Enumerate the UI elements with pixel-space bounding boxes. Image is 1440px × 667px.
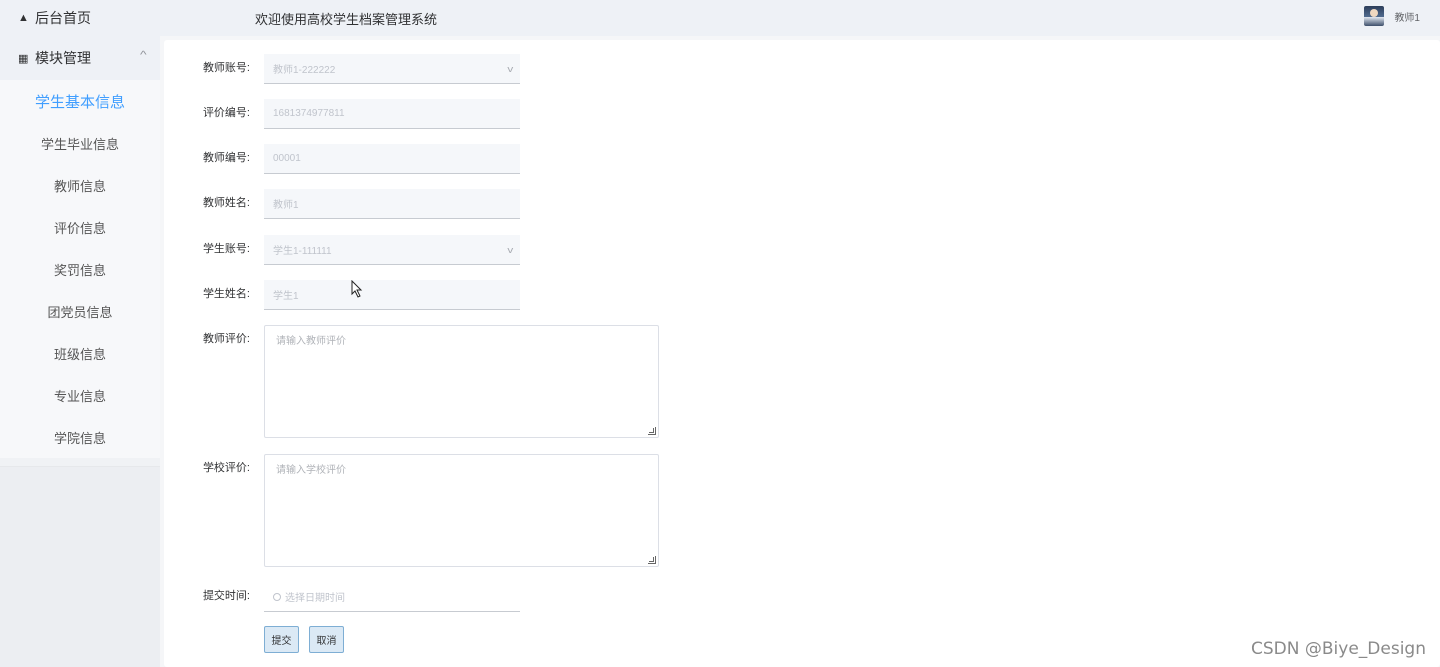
sidebar-item-label: 班级信息 xyxy=(53,346,106,362)
student-name-input[interactable]: 学生1 xyxy=(264,280,520,310)
teacher-account-label: 教师账号: xyxy=(202,62,250,74)
eval-no-value: 1681374977811 xyxy=(273,108,345,119)
page-title: 欢迎使用高校学生档案管理系统 xyxy=(255,11,438,27)
sidebar-item-major[interactable]: 专业信息 xyxy=(0,374,160,416)
avatar[interactable] xyxy=(1364,6,1385,26)
student-account-select[interactable]: 学生1-111111 v xyxy=(264,235,520,265)
sidebar-item-label: 学生毕业信息 xyxy=(40,136,119,152)
cancel-button[interactable]: 取消 xyxy=(309,626,344,653)
form-row-student-account: 学生账号: 学生1-111111 v xyxy=(164,235,520,265)
sidebar-home-label: 后台首页 xyxy=(35,10,91,26)
resize-handle-icon[interactable] xyxy=(648,427,656,435)
chevron-down-icon: v xyxy=(506,64,513,74)
mouse-cursor-icon xyxy=(351,280,363,298)
form-row-teacher-name: 教师姓名: 教师1 xyxy=(164,189,520,219)
user-name: 教师1 xyxy=(1394,12,1420,24)
watermark: CSDN @Biye_Design xyxy=(1251,639,1426,659)
form-row-student-name: 学生姓名: 学生1 xyxy=(164,280,520,310)
teacher-name-value: 教师1 xyxy=(273,200,299,211)
sidebar-item-label: 评价信息 xyxy=(53,220,106,236)
teacher-name-label: 教师姓名: xyxy=(202,197,250,209)
sidebar-item-evaluation[interactable]: 评价信息 xyxy=(0,206,160,248)
sidebar-filler xyxy=(0,466,160,667)
teacher-no-value: 00001 xyxy=(273,153,301,164)
chevron-up-icon: ^ xyxy=(140,50,147,61)
teacher-name-input[interactable]: 教师1 xyxy=(264,189,520,219)
teacher-account-select[interactable]: 教师1-222222 v xyxy=(264,54,520,84)
sidebar-item-teacher[interactable]: 教师信息 xyxy=(0,164,160,206)
student-account-value: 学生1-111111 xyxy=(273,246,332,257)
submit-time-placeholder: 选择日期时间 xyxy=(285,593,345,604)
teacher-eval-label: 教师评价: xyxy=(202,333,250,345)
form-row-teacher-eval: 教师评价: 请输入教师评价 xyxy=(164,325,659,438)
form-row-eval-no: 评价编号: 1681374977811 xyxy=(164,99,520,129)
chevron-down-icon: v xyxy=(506,245,513,255)
eval-no-label: 评价编号: xyxy=(202,107,250,119)
teacher-eval-placeholder: 请输入教师评价 xyxy=(276,336,346,347)
form-row-teacher-no: 教师编号: 00001 xyxy=(164,144,520,174)
sidebar-item-label: 学生基本信息 xyxy=(34,93,125,111)
sidebar-group-modules[interactable]: ▦ 模块管理 ^ xyxy=(0,36,160,80)
teacher-account-value: 教师1-222222 xyxy=(273,65,336,76)
form-row-submit-time: 提交时间: 选择日期时间 xyxy=(164,582,520,612)
sidebar-item-label: 学院信息 xyxy=(53,430,106,446)
sidebar-item-label: 专业信息 xyxy=(53,388,106,404)
main-content: 教师账号: 教师1-222222 v 评价编号: 1681374977811 教… xyxy=(164,40,1440,667)
sidebar-item-label: 团党员信息 xyxy=(47,304,113,320)
submit-time-label: 提交时间: xyxy=(202,590,250,602)
sidebar-submenu: 学生基本信息 学生毕业信息 教师信息 评价信息 奖罚信息 团党员信息 班级信息 … xyxy=(0,80,160,458)
top-header: 欢迎使用高校学生档案管理系统 教师1 xyxy=(160,0,1440,36)
teacher-no-label: 教师编号: xyxy=(202,152,250,164)
grid-icon: ▦ xyxy=(18,52,29,65)
sidebar-item-student-graduation[interactable]: 学生毕业信息 xyxy=(0,122,160,164)
submit-button[interactable]: 提交 xyxy=(264,626,299,653)
student-name-value: 学生1 xyxy=(273,291,299,302)
sidebar-item-party[interactable]: 团党员信息 xyxy=(0,290,160,332)
sidebar-item-student-basic[interactable]: 学生基本信息 xyxy=(0,80,160,122)
student-name-label: 学生姓名: xyxy=(202,288,250,300)
sidebar-group-label: 模块管理 xyxy=(35,50,91,66)
school-eval-label: 学校评价: xyxy=(202,462,250,474)
teacher-eval-textarea[interactable]: 请输入教师评价 xyxy=(264,325,659,438)
clock-icon xyxy=(273,592,281,601)
sidebar-item-label: 奖罚信息 xyxy=(53,262,106,278)
form-row-school-eval: 学校评价: 请输入学校评价 xyxy=(164,454,659,567)
home-icon: ▲ xyxy=(18,12,29,24)
user-menu[interactable]: 教师1 xyxy=(1364,6,1420,26)
school-eval-placeholder: 请输入学校评价 xyxy=(276,465,346,476)
form-row-teacher-account: 教师账号: 教师1-222222 v xyxy=(164,54,520,84)
sidebar: ▲ 后台首页 ▦ 模块管理 ^ 学生基本信息 学生毕业信息 教师信息 评价信息 … xyxy=(0,0,160,667)
sidebar-item-label: 教师信息 xyxy=(53,178,106,194)
student-account-label: 学生账号: xyxy=(202,243,250,255)
submit-time-picker[interactable]: 选择日期时间 xyxy=(264,582,520,612)
sidebar-item-reward[interactable]: 奖罚信息 xyxy=(0,248,160,290)
sidebar-item-college[interactable]: 学院信息 xyxy=(0,416,160,458)
resize-handle-icon[interactable] xyxy=(648,556,656,564)
sidebar-item-class[interactable]: 班级信息 xyxy=(0,332,160,374)
sidebar-item-home[interactable]: ▲ 后台首页 xyxy=(0,0,160,36)
school-eval-textarea[interactable]: 请输入学校评价 xyxy=(264,454,659,567)
eval-no-input[interactable]: 1681374977811 xyxy=(264,99,520,129)
teacher-no-input[interactable]: 00001 xyxy=(264,144,520,174)
